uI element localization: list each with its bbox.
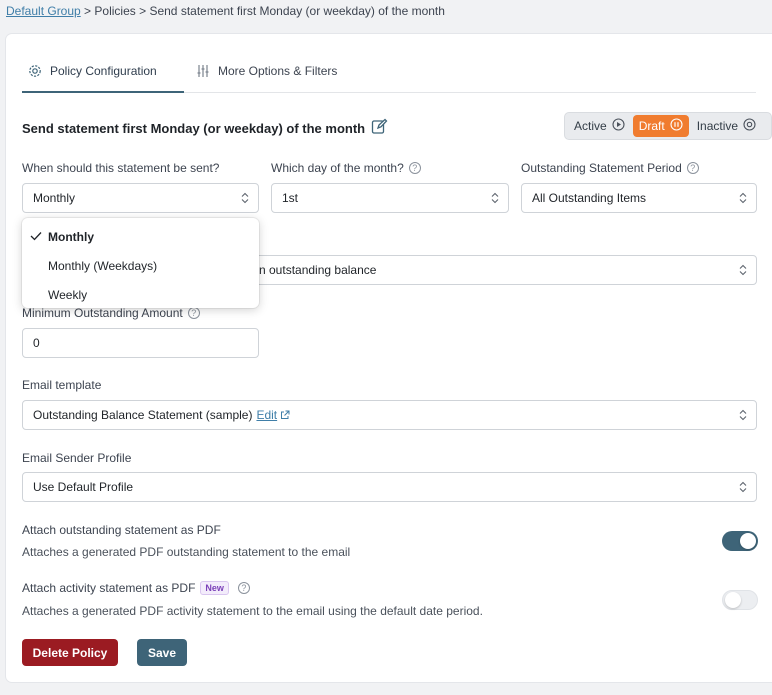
status-active-label: Active [574, 119, 607, 133]
chevron-updown-icon [739, 409, 747, 421]
status-inactive-label: Inactive [696, 119, 739, 133]
template-label: Email template [22, 378, 101, 392]
breadcrumb-policies: Policies [94, 4, 136, 18]
status-draft-button[interactable]: Draft [632, 115, 689, 137]
sliders-icon [196, 64, 210, 78]
tab-bar: Policy Configuration More Options & Filt… [22, 50, 756, 93]
policy-card: Policy Configuration More Options & Filt… [6, 34, 772, 682]
attach-activity-label-text: Attach activity statement as PDF [22, 581, 196, 595]
frequency-dropdown-menu: Monthly Monthly (Weekdays) Weekly [22, 218, 259, 308]
tab-policy-configuration[interactable]: Policy Configuration [22, 50, 184, 93]
attach-activity-desc: Attaches a generated PDF activity statem… [22, 604, 483, 618]
option-label: Monthly (Weekdays) [48, 258, 158, 273]
chevron-updown-icon [739, 481, 747, 493]
breadcrumb-link-default-group[interactable]: Default Group [6, 4, 81, 18]
option-label: Weekly [48, 287, 88, 302]
external-link-icon[interactable] [280, 410, 290, 420]
status-active-button[interactable]: Active [568, 115, 631, 137]
breadcrumb-separator: > [135, 4, 150, 18]
sender-label-text: Email Sender Profile [22, 451, 132, 465]
tab-label: Policy Configuration [50, 63, 157, 78]
delete-policy-button[interactable]: Delete Policy [22, 639, 118, 666]
dropdown-option-weekly[interactable]: Weekly [22, 280, 259, 309]
period-label-text: Outstanding Statement Period [521, 161, 682, 175]
pause-icon [670, 118, 683, 134]
when-label: When should this statement be sent? [22, 161, 219, 175]
frequency-select[interactable]: Monthly [22, 183, 259, 213]
period-label: Outstanding Statement Period ? [521, 161, 699, 175]
recipients-select-value: n outstanding balance [259, 263, 377, 277]
chevron-updown-icon [491, 192, 499, 204]
play-icon [612, 118, 625, 134]
edit-template-link[interactable]: Edit [256, 408, 277, 422]
day-select-value: 1st [282, 191, 299, 205]
breadcrumb: Default Group > Policies > Send statemen… [6, 4, 445, 18]
dropdown-option-monthly-weekdays[interactable]: Monthly (Weekdays) [22, 251, 259, 280]
help-icon[interactable]: ? [237, 582, 250, 594]
email-template-value: Outstanding Balance Statement (sample) [33, 408, 253, 422]
toggle-knob [725, 592, 741, 608]
when-label-text: When should this statement be sent? [22, 161, 220, 175]
attach-outstanding-desc: Attaches a generated PDF outstanding sta… [22, 545, 351, 559]
chevron-updown-icon [241, 192, 249, 204]
toggle-knob [740, 533, 756, 549]
dropdown-option-monthly[interactable]: Monthly [22, 222, 259, 251]
breadcrumb-current: Send statement first Monday (or weekday)… [149, 4, 445, 18]
attach-outstanding-label: Attach outstanding statement as PDF [22, 523, 221, 537]
template-label-text: Email template [22, 378, 102, 392]
status-inactive-button[interactable]: Inactive [691, 115, 762, 137]
attach-activity-toggle[interactable] [722, 590, 758, 610]
tab-more-options[interactable]: More Options & Filters [192, 50, 348, 93]
status-segmented-control: Active Draft Inactive [564, 112, 772, 140]
sender-profile-select[interactable]: Use Default Profile [22, 472, 757, 502]
stop-icon [743, 118, 756, 134]
chevron-updown-icon [739, 264, 747, 276]
edit-pencil-icon[interactable] [371, 118, 388, 138]
chevron-updown-icon [739, 192, 747, 204]
help-icon[interactable]: ? [408, 162, 421, 174]
attach-activity-label: Attach activity statement as PDF New ? [22, 581, 250, 595]
day-label: Which day of the month? ? [271, 161, 421, 175]
email-template-select[interactable]: Outstanding Balance Statement (sample) E… [22, 400, 757, 430]
min-amount-input[interactable]: 0 [22, 328, 259, 358]
frequency-select-value: Monthly [33, 191, 76, 205]
status-draft-label: Draft [638, 119, 665, 133]
help-icon[interactable]: ? [686, 162, 699, 174]
save-button[interactable]: Save [137, 639, 187, 666]
period-select[interactable]: All Outstanding Items [521, 183, 757, 213]
new-badge: New [200, 581, 229, 595]
policy-title-row: Send statement first Monday (or weekday)… [22, 118, 388, 138]
page-title: Send statement first Monday (or weekday)… [22, 120, 366, 136]
gear-icon [28, 64, 42, 78]
period-select-value: All Outstanding Items [532, 191, 647, 205]
attach-outstanding-label-text: Attach outstanding statement as PDF [22, 523, 221, 537]
option-label: Monthly [48, 229, 94, 244]
attach-outstanding-toggle[interactable] [722, 531, 758, 551]
min-amount-value: 0 [33, 336, 40, 350]
sender-label: Email Sender Profile [22, 451, 131, 465]
checkmark-icon [30, 230, 42, 244]
tab-label: More Options & Filters [218, 64, 338, 78]
day-label-text: Which day of the month? [271, 161, 404, 175]
sender-profile-value: Use Default Profile [33, 480, 134, 494]
day-select[interactable]: 1st [271, 183, 509, 213]
breadcrumb-separator: > [80, 4, 95, 18]
